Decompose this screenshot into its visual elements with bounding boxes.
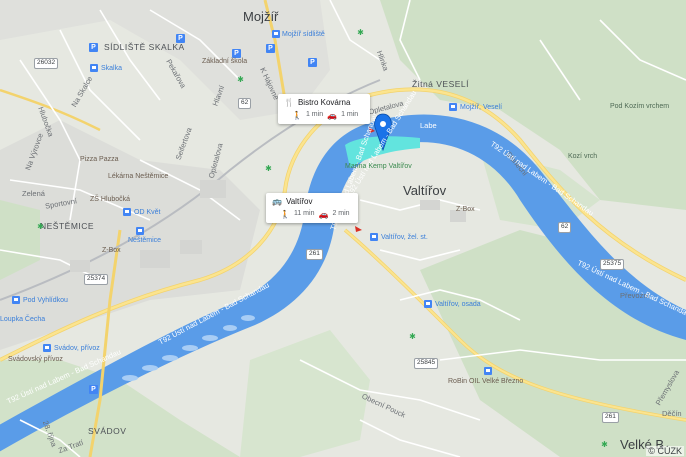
road-shield: 25375	[600, 259, 625, 270]
place-label: Skalka	[101, 65, 123, 72]
bus-stop-icon[interactable]	[424, 300, 432, 308]
walk-icon: 🚶	[292, 111, 302, 120]
place-label: Marina Kemp Valtířov	[345, 163, 412, 170]
place-label: Kozí vrch	[568, 153, 598, 160]
town-label-mojzir: Mojžíř	[243, 9, 279, 24]
road-shield: 25845	[414, 358, 439, 369]
bus-stop-icon[interactable]	[12, 296, 20, 304]
fork-knife-icon: 🍴	[284, 98, 294, 107]
bus-stop-icon[interactable]	[136, 227, 144, 235]
quarter-zitna-veseli: Žitná VESELÍ	[412, 79, 470, 89]
road-shield: 25374	[84, 274, 109, 285]
place-label: Základní škola	[202, 58, 248, 65]
drive-time: 2 min	[332, 210, 350, 217]
place-label: Lékárna Neštěmice	[108, 173, 169, 180]
place-label: Mojžíř, Veselí	[460, 104, 503, 111]
town-label-valtirov: Valtířov	[403, 183, 447, 198]
gas-station-icon[interactable]	[484, 367, 492, 375]
street-label: Zelená	[22, 189, 45, 198]
parking-icon[interactable]: P	[176, 34, 185, 43]
place-label: Svádov, přívoz	[54, 345, 100, 352]
road-shield: 261	[306, 249, 323, 260]
road-shield: 261	[602, 412, 619, 423]
place-label: Valtířov, osada	[435, 301, 481, 308]
place-label: Z-Box	[456, 206, 475, 213]
walk-icon: 🚶	[280, 210, 290, 219]
walk-time: 1 min	[305, 111, 324, 118]
car-icon: 🚗	[327, 111, 338, 120]
place-label: Z-Box	[102, 247, 121, 254]
river-name-label: Labe	[420, 121, 437, 130]
road-shield: 62	[558, 222, 572, 233]
card-title: Valtířov	[285, 197, 313, 206]
parking-icon[interactable]: P	[89, 43, 98, 52]
place-label: Pod Vyhlídkou	[23, 297, 68, 304]
place-label: OD Květ	[134, 209, 161, 216]
card-title: Bistro Kovárna	[297, 98, 351, 107]
bus-stop-icon[interactable]	[449, 103, 457, 111]
map-canvas[interactable]: Mojžíř Valtířov Velké B SÍDLIŠTĚ SKALKA …	[0, 0, 686, 457]
bus-stop-icon[interactable]	[90, 64, 98, 72]
park-icon: ✱	[357, 28, 364, 37]
copyright-notice: © ČÚZK	[646, 446, 684, 456]
parking-icon[interactable]: P	[308, 58, 317, 67]
park-icon: ✱	[409, 332, 416, 341]
place-label: RoBin OIL Velké Březno	[448, 378, 524, 385]
drive-time: 1 min	[341, 111, 359, 118]
quarter-sidliste-skalka: SÍDLIŠTĚ SKALKA	[104, 42, 185, 52]
road-shield: 62	[238, 98, 252, 109]
bus-stop-icon[interactable]	[123, 208, 131, 216]
place-label: Valtířov, žel. st.	[381, 234, 428, 241]
road-shield: 26032	[34, 58, 59, 69]
info-card-bistro[interactable]: 🍴 Bistro Kovárna 🚶 1 min 🚗 1 min	[278, 94, 370, 124]
parking-icon[interactable]: P	[266, 44, 275, 53]
parking-icon[interactable]: P	[89, 385, 98, 394]
bus-icon: 🚌	[272, 197, 282, 206]
park-icon: ✱	[37, 222, 44, 231]
info-card-station[interactable]: 🚌 Valtířov 🚶 11 min 🚗 2 min	[266, 193, 358, 223]
bus-stop-icon[interactable]	[272, 30, 280, 38]
bus-stop-icon[interactable]	[370, 233, 378, 241]
quarter-nestemice: NEŠTĚMICE	[40, 221, 95, 231]
parking-icon[interactable]: P	[232, 49, 241, 58]
place-label: Neštěmice	[128, 237, 162, 244]
place-label: Pod Kozím vrchem	[610, 103, 670, 110]
place-label: Mojžíř sídliště	[282, 31, 325, 38]
walk-time: 11 min	[293, 210, 315, 217]
park-icon: ✱	[265, 164, 272, 173]
street-label: Děčín	[662, 409, 682, 418]
place-label: Svádovský přívoz	[8, 356, 63, 363]
place-label: ZŠ Hlubočká	[90, 196, 131, 203]
quarter-svadov: SVÁDOV	[88, 426, 127, 436]
park-icon: ✱	[601, 440, 608, 449]
bus-stop-icon[interactable]	[43, 344, 51, 352]
park-icon: ✱	[237, 75, 244, 84]
place-label: Pizza Pazza	[80, 156, 119, 163]
car-icon: 🚗	[318, 210, 329, 219]
place-label: Loupka Čecha	[0, 316, 46, 323]
